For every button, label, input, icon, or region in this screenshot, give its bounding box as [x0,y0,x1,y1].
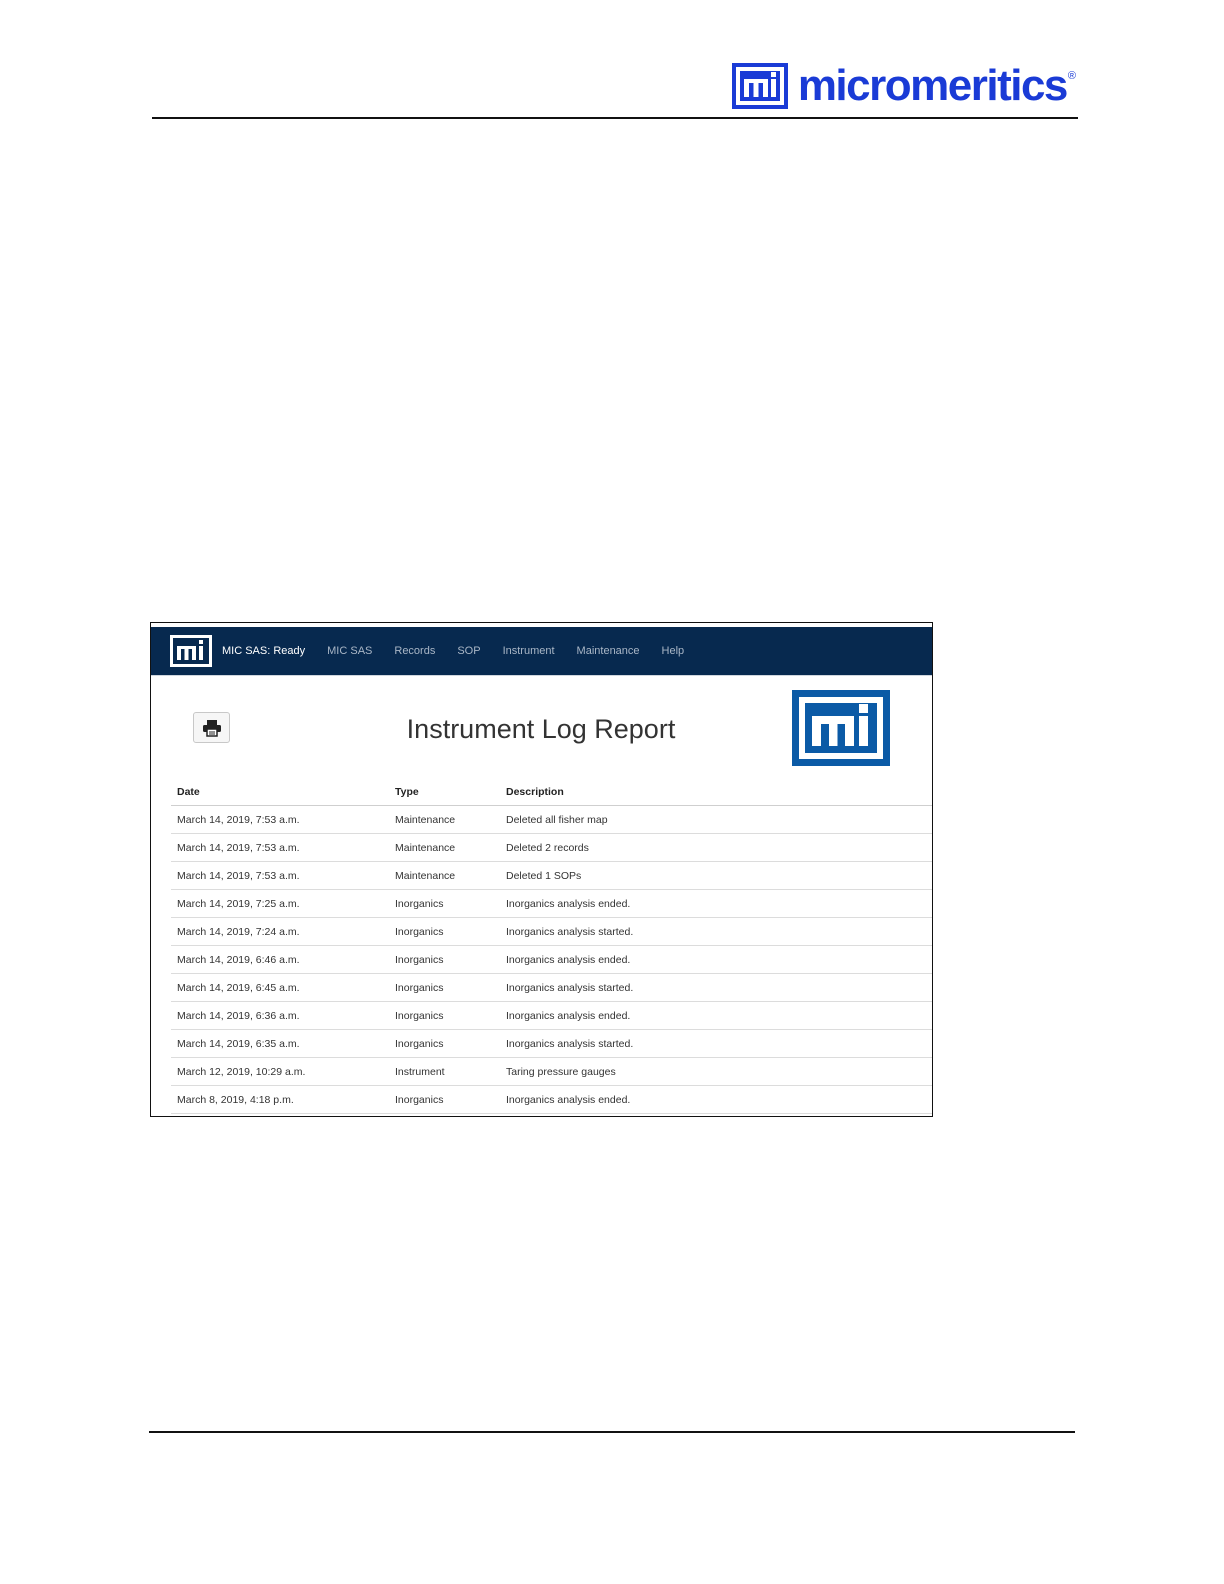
table-row: March 14, 2019, 7:53 a.m. Maintenance De… [171,833,932,862]
page-header: micromeritics ® [152,60,1078,118]
brand-logo: micromeritics ® [731,61,1076,110]
cell-description: Deleted 2 records [500,833,932,862]
report-logo [792,690,890,771]
app-screenshot: MIC SAS: Ready MIC SAS Records SOP Instr… [150,622,933,1117]
header-rule [152,117,1078,119]
cell-date: March 14, 2019, 7:53 a.m. [171,805,389,834]
column-header-date[interactable]: Date [171,778,389,806]
table-row: March 12, 2019, 10:29 a.m. Instrument Ta… [171,1057,932,1086]
printer-icon [202,719,221,737]
cell-date: March 14, 2019, 7:53 a.m. [171,833,389,862]
nav-item-mic-sas[interactable]: MIC SAS [327,645,372,657]
brand-wordmark: micromeritics [797,61,1069,110]
cell-type: Inorganics [389,1001,500,1030]
cell-type: Inorganics [389,1085,500,1114]
cell-date: March 14, 2019, 6:35 a.m. [171,1029,389,1058]
table-row: March 14, 2019, 7:53 a.m. Maintenance De… [171,805,932,834]
nav-item-records[interactable]: Records [394,645,435,657]
mi-logo-icon [731,63,788,109]
cell-date: March 14, 2019, 7:25 a.m. [171,889,389,918]
mi-logo-icon [792,690,890,766]
cell-date: March 14, 2019, 7:53 a.m. [171,861,389,890]
cell-type: Instrument [389,1057,500,1086]
cell-type: Inorganics [389,917,500,946]
registered-mark: ® [1067,70,1076,82]
cell-date: March 14, 2019, 6:45 a.m. [171,973,389,1002]
column-header-description[interactable]: Description [500,778,932,806]
table-row: March 14, 2019, 6:46 a.m. Inorganics Ino… [171,945,932,974]
mi-logo-icon [170,635,212,667]
cell-description: Inorganics analysis ended. [500,1085,932,1114]
top-navbar: MIC SAS: Ready MIC SAS Records SOP Instr… [151,627,932,675]
table-row: March 14, 2019, 6:35 a.m. Inorganics Ino… [171,1029,932,1058]
footer-rule [149,1431,1075,1433]
cell-type: Inorganics [389,889,500,918]
cell-type: Maintenance [389,861,500,890]
log-table: Date Type Description March 14, 2019, 7:… [171,778,932,1114]
cell-description: Taring pressure gauges [500,1057,932,1086]
cell-description: Inorganics analysis ended. [500,945,932,974]
cell-type: Inorganics [389,945,500,974]
nav-item-instrument[interactable]: Instrument [503,645,555,657]
table-header-row: Date Type Description [171,778,932,806]
report-title: Instrument Log Report [406,714,676,744]
nav-item-sop[interactable]: SOP [457,645,480,657]
nav-item-maintenance[interactable]: Maintenance [577,645,640,657]
cell-description: Inorganics analysis ended. [500,889,932,918]
cell-date: March 8, 2019, 4:18 p.m. [171,1085,389,1114]
table-row: March 14, 2019, 6:36 a.m. Inorganics Ino… [171,1001,932,1030]
cell-description: Inorganics analysis started. [500,973,932,1002]
cell-date: March 14, 2019, 7:24 a.m. [171,917,389,946]
cell-type: Inorganics [389,1029,500,1058]
cell-description: Deleted all fisher map [500,805,932,834]
nav-logo[interactable] [170,635,212,667]
nav-divider [151,675,932,676]
cell-description: Deleted 1 SOPs [500,861,932,890]
print-button[interactable] [193,712,230,743]
cell-date: March 12, 2019, 10:29 a.m. [171,1057,389,1086]
cell-date: March 14, 2019, 6:36 a.m. [171,1001,389,1030]
table-row: March 14, 2019, 7:25 a.m. Inorganics Ino… [171,889,932,918]
column-header-type[interactable]: Type [389,778,500,806]
table-row: March 14, 2019, 7:24 a.m. Inorganics Ino… [171,917,932,946]
cell-type: Inorganics [389,973,500,1002]
nav-item-help[interactable]: Help [662,645,685,657]
cell-description: Inorganics analysis started. [500,1029,932,1058]
cell-date: March 14, 2019, 6:46 a.m. [171,945,389,974]
table-row: March 14, 2019, 6:45 a.m. Inorganics Ino… [171,973,932,1002]
cell-type: Maintenance [389,805,500,834]
cell-description: Inorganics analysis ended. [500,1001,932,1030]
table-row: March 8, 2019, 4:18 p.m. Inorganics Inor… [171,1085,932,1114]
table-row: March 14, 2019, 7:53 a.m. Maintenance De… [171,861,932,890]
cell-description: Inorganics analysis started. [500,917,932,946]
cell-type: Maintenance [389,833,500,862]
nav-status[interactable]: MIC SAS: Ready [222,645,305,657]
